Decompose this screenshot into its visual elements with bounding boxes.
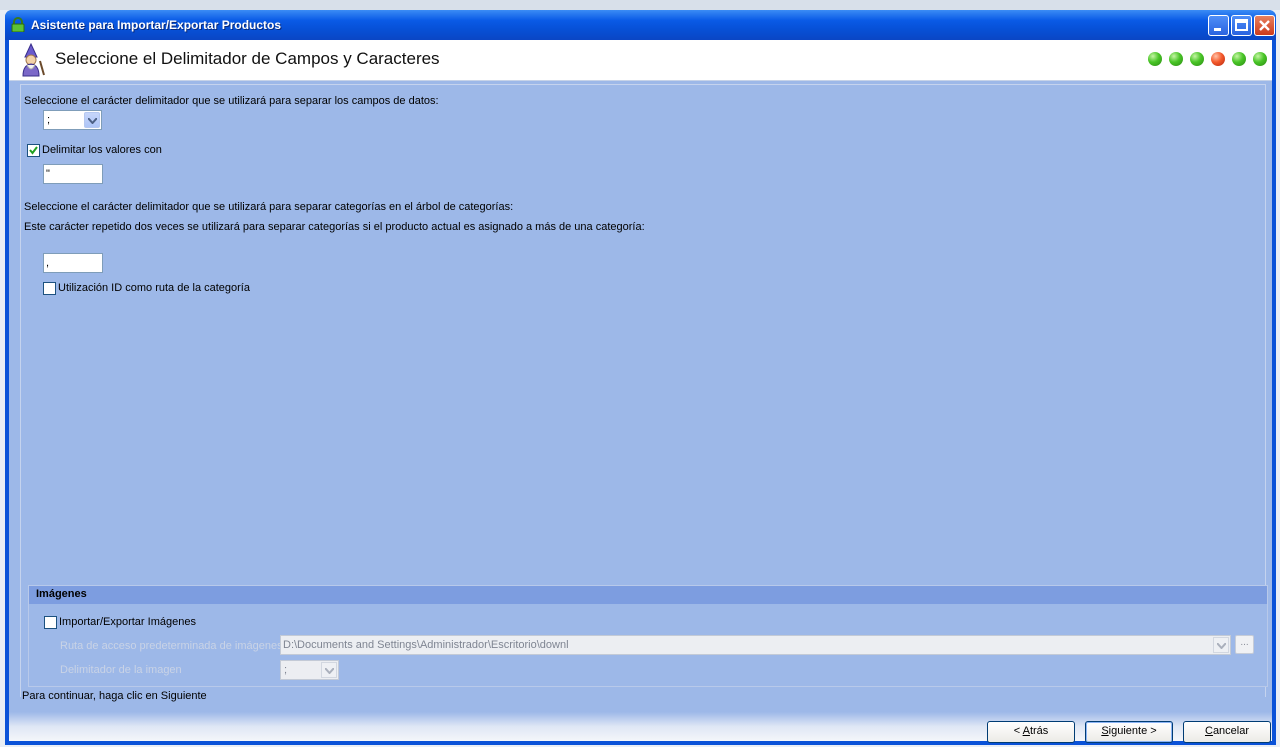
cancel-button[interactable]: Cancelar bbox=[1183, 721, 1271, 743]
use-id-checkbox[interactable] bbox=[43, 282, 56, 295]
step-indicator-3 bbox=[1190, 52, 1204, 66]
delimit-values-value: " bbox=[46, 168, 50, 180]
image-path-value: D:\Documents and Settings\Administrador\… bbox=[283, 639, 569, 651]
maximize-button[interactable] bbox=[1231, 15, 1252, 36]
import-export-images-label: Importar/Exportar Imágenes bbox=[59, 616, 196, 628]
close-icon bbox=[1259, 20, 1270, 31]
maximize-icon bbox=[1235, 19, 1248, 31]
step-indicator-6 bbox=[1253, 52, 1267, 66]
wizard-header: Seleccione el Delimitador de Campos y Ca… bbox=[9, 40, 1272, 81]
wizard-window: Asistente para Importar/Exportar Product… bbox=[5, 10, 1276, 745]
images-group-header: Imágenes bbox=[29, 586, 1267, 604]
browse-button[interactable]: ... bbox=[1235, 635, 1254, 654]
status-hint: Para continuar, haga clic en Siguiente bbox=[22, 690, 207, 702]
next-button[interactable]: Siguiente > bbox=[1085, 721, 1173, 743]
chevron-down-icon[interactable] bbox=[321, 662, 337, 678]
back-button[interactable]: < Atrás bbox=[987, 721, 1075, 743]
field-delimiter-label: Seleccione el carácter delimitador que s… bbox=[24, 95, 439, 107]
wizard-client-area: Seleccione el Delimitador de Campos y Ca… bbox=[9, 40, 1272, 743]
button-bar: < Atrás Siguiente > Cancelar bbox=[9, 712, 1272, 743]
field-delimiter-value: ; bbox=[47, 114, 51, 126]
page-title: Seleccione el Delimitador de Campos y Ca… bbox=[55, 49, 440, 68]
padlock-icon bbox=[11, 17, 25, 32]
image-delimiter-label: Delimitador de la imagen bbox=[60, 664, 182, 676]
images-group-title: Imágenes bbox=[36, 588, 87, 600]
chevron-down-icon[interactable] bbox=[84, 112, 100, 128]
category-repeat-label: Este carácter repetido dos veces se util… bbox=[24, 221, 645, 233]
image-path-label: Ruta de acceso predeterminada de imágene… bbox=[60, 640, 283, 652]
minimize-button[interactable] bbox=[1208, 15, 1229, 36]
step-indicator-5 bbox=[1232, 52, 1246, 66]
category-delimiter-value: , bbox=[46, 257, 50, 269]
image-path-combo[interactable]: D:\Documents and Settings\Administrador\… bbox=[280, 635, 1231, 655]
delimit-values-checkbox[interactable] bbox=[27, 144, 40, 157]
chevron-down-icon[interactable] bbox=[1213, 637, 1229, 653]
image-delimiter-select[interactable]: ; bbox=[280, 660, 339, 680]
step-indicator-1 bbox=[1148, 52, 1162, 66]
title-bar[interactable]: Asistente para Importar/Exportar Product… bbox=[5, 10, 1276, 40]
images-group: Imágenes Importar/Exportar Imágenes Ruta… bbox=[28, 585, 1268, 687]
step-indicator-current bbox=[1211, 52, 1225, 66]
background-window-strip bbox=[0, 0, 1280, 10]
category-delimiter-label: Seleccione el carácter delimitador que s… bbox=[24, 201, 514, 213]
window-title: Asistente para Importar/Exportar Product… bbox=[31, 18, 282, 32]
delimit-values-input[interactable]: " bbox=[43, 164, 103, 184]
wizard-icon bbox=[22, 43, 45, 77]
close-button[interactable] bbox=[1254, 15, 1275, 36]
step-indicator-2 bbox=[1169, 52, 1183, 66]
minimize-icon bbox=[1214, 28, 1221, 31]
checkmark-icon bbox=[29, 146, 38, 155]
field-delimiter-select[interactable]: ; bbox=[43, 110, 102, 130]
use-id-label: Utilización ID como ruta de la categoría bbox=[58, 282, 250, 294]
import-export-images-checkbox[interactable] bbox=[44, 616, 57, 629]
image-delimiter-value: ; bbox=[284, 664, 288, 676]
delimit-values-label: Delimitar los valores con bbox=[42, 144, 162, 156]
category-delimiter-input[interactable]: , bbox=[43, 253, 103, 273]
